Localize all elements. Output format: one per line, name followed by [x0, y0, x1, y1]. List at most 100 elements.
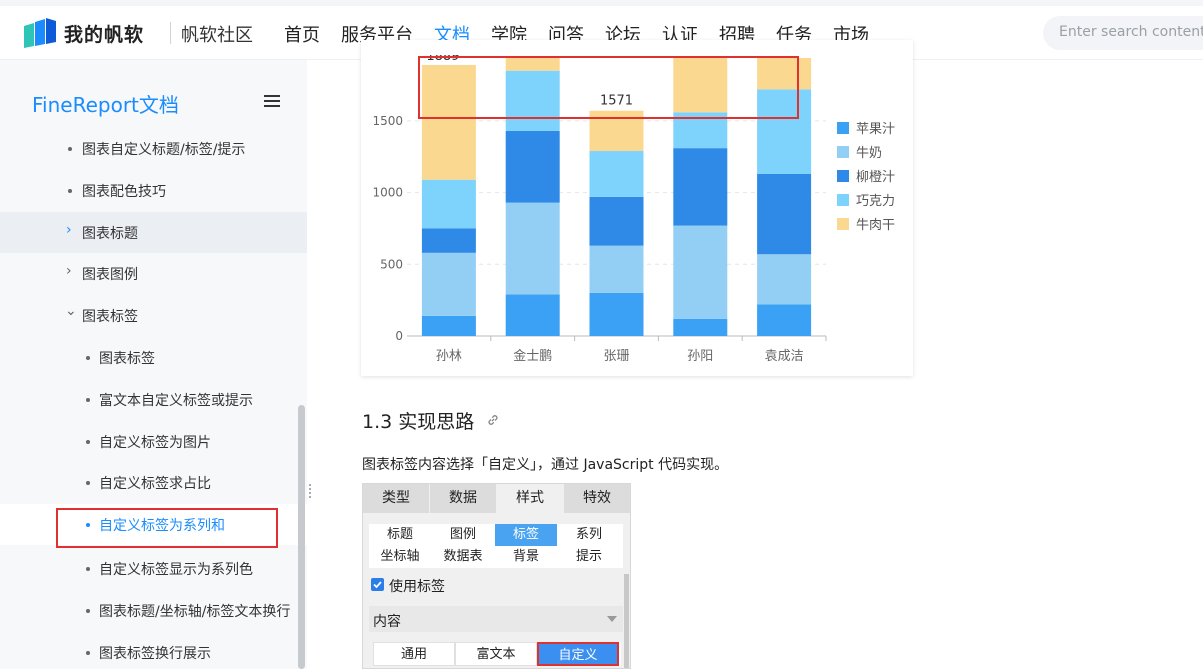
- highlight-box: [56, 508, 278, 548]
- sidebar-item[interactable]: 图表标题/坐标轴/标签文本换行: [0, 590, 307, 631]
- sidebar-scrollbar[interactable]: [298, 405, 305, 669]
- bar-segment: [673, 148, 728, 226]
- chart-settings-panel: 类型 数据 样式 特效 标题 图例 标签 系列 坐标轴 数据表 背景 提示 使用…: [362, 483, 631, 669]
- bar-segment: [505, 202, 560, 295]
- bullet-dot-icon: [86, 651, 90, 655]
- bar-segment: [589, 245, 644, 293]
- hamburger-menu-icon[interactable]: [264, 95, 280, 107]
- legend-label: 牛肉干: [856, 218, 895, 233]
- legend-swatch: [837, 194, 849, 206]
- style-subtabs: 标题 图例 标签 系列 坐标轴 数据表 背景 提示: [369, 524, 623, 568]
- sidebar-item[interactable]: 富文本自定义标签或提示: [0, 379, 307, 420]
- x-tick-label: 张珊: [603, 349, 629, 364]
- bar-segment: [757, 304, 812, 336]
- tab-effects[interactable]: 特效: [564, 484, 630, 513]
- content-select[interactable]: 内容: [369, 606, 623, 632]
- community-name[interactable]: 帆软社区: [181, 21, 253, 47]
- legend-label: 巧克力: [856, 194, 895, 209]
- bullet-dot-icon: [86, 567, 90, 571]
- label-mode-segment: 通用 富文本 自定义: [373, 642, 621, 666]
- anchor-link-icon[interactable]: [486, 413, 500, 427]
- chevron-down-icon[interactable]: ⌄: [65, 303, 77, 319]
- subtab-title[interactable]: 标题: [369, 524, 431, 546]
- sidebar-item[interactable]: 自定义标签为图片: [0, 421, 307, 462]
- subtab-legend[interactable]: 图例: [432, 524, 494, 546]
- chevron-down-icon: [607, 616, 617, 622]
- sidebar-item[interactable]: 图表标签换行展示: [0, 632, 307, 669]
- sidebar-item-chart-title[interactable]: › 图表标题: [0, 212, 307, 253]
- brand-divider: [170, 22, 171, 44]
- y-tick-label: 1500: [372, 114, 403, 128]
- legend-label: 牛奶: [856, 146, 882, 161]
- mode-custom[interactable]: 自定义: [537, 642, 619, 666]
- bar-segment: [505, 294, 560, 336]
- panel-scrollbar[interactable]: [624, 574, 629, 668]
- legend-swatch: [837, 146, 849, 158]
- chart-top-mask: [361, 40, 913, 55]
- bullet-dot-icon: [68, 147, 72, 151]
- bullet-dot-icon: [86, 609, 90, 613]
- brand-name[interactable]: 我的帆软: [64, 20, 144, 47]
- search-input[interactable]: [1059, 24, 1203, 40]
- fanruan-logo-icon[interactable]: [24, 18, 56, 48]
- sidebar-resize-grip-icon[interactable]: [309, 484, 312, 500]
- sidebar-item-label: 图表标签换行展示: [99, 646, 211, 662]
- sidebar-item-label: 图表配色技巧: [82, 184, 166, 200]
- sidebar-item[interactable]: 图表配色技巧: [0, 170, 307, 211]
- bar-segment: [421, 179, 476, 229]
- sidebar-title[interactable]: FineReport文档: [32, 89, 179, 118]
- tab-type[interactable]: 类型: [363, 484, 430, 513]
- sidebar-item-label: 图表标签: [99, 351, 155, 367]
- bar-segment: [589, 151, 644, 197]
- legend-swatch: [837, 218, 849, 230]
- subtab-tooltip[interactable]: 提示: [558, 546, 620, 568]
- bar-segment: [757, 254, 812, 305]
- bar-segment: [757, 173, 812, 255]
- sidebar-item-label: 自定义标签为图片: [99, 435, 211, 451]
- sidebar-item-label: 图表图例: [82, 267, 138, 283]
- settings-tabs: 类型 数据 样式 特效: [363, 484, 630, 513]
- subtab-label[interactable]: 标签: [495, 524, 557, 546]
- checkbox-checked-icon[interactable]: [371, 578, 384, 591]
- subtab-series[interactable]: 系列: [558, 524, 620, 546]
- bar-segment: [673, 318, 728, 336]
- bullet-dot-icon: [86, 398, 90, 402]
- tab-data[interactable]: 数据: [430, 484, 497, 513]
- section-paragraph: 图表标签内容选择「自定义」，通过 JavaScript 代码实现。: [362, 457, 729, 473]
- sidebar-item-label: 图表标题/坐标轴/标签文本换行: [99, 604, 291, 620]
- mode-richtext[interactable]: 富文本: [455, 642, 537, 666]
- section-heading: 1.3 实现思路: [362, 411, 475, 433]
- sidebar-item[interactable]: 自定义标签求占比: [0, 462, 307, 503]
- sidebar-item[interactable]: 图表标签: [0, 337, 307, 378]
- subtab-axis[interactable]: 坐标轴: [369, 546, 431, 568]
- nav-home[interactable]: 首页: [284, 21, 320, 47]
- bar-segment: [421, 228, 476, 253]
- sidebar-item-label: 自定义标签显示为系列色: [99, 562, 253, 578]
- subtab-datasheet[interactable]: 数据表: [432, 546, 494, 568]
- legend-swatch: [837, 122, 849, 134]
- highlight-box-chart-top: [418, 56, 799, 119]
- bar-segment: [505, 130, 560, 203]
- doc-sidebar: FineReport文档 图表自定义标题/标签/提示 图表配色技巧 › 图表标题…: [0, 60, 307, 669]
- legend-label: 苹果汁: [856, 122, 895, 137]
- y-tick-label: 500: [380, 257, 403, 271]
- bar-segment: [421, 252, 476, 316]
- bar-segment: [589, 292, 644, 336]
- subtab-background[interactable]: 背景: [495, 546, 557, 568]
- sidebar-item-label: 图表自定义标题/标签/提示: [82, 142, 246, 158]
- sidebar-item-label: 富文本自定义标签或提示: [99, 393, 253, 409]
- sidebar-item[interactable]: 图表自定义标题/标签/提示: [0, 128, 307, 169]
- search-box: [1043, 16, 1203, 50]
- legend-label: 柳橙汁: [856, 170, 895, 185]
- sidebar-item-chart-legend[interactable]: › 图表图例: [0, 253, 307, 294]
- bar-segment: [421, 315, 476, 336]
- tab-style[interactable]: 样式: [497, 484, 564, 513]
- y-tick-label: 1000: [372, 186, 403, 200]
- chevron-right-icon[interactable]: ›: [66, 263, 72, 279]
- x-tick-label: 袁成洁: [765, 349, 804, 364]
- content-select-value: 内容: [373, 614, 401, 630]
- sidebar-item-chart-label[interactable]: ⌄ 图表标签: [0, 295, 307, 336]
- sidebar-item[interactable]: 自定义标签显示为系列色: [0, 548, 307, 589]
- mode-general[interactable]: 通用: [373, 642, 455, 666]
- chevron-right-icon[interactable]: ›: [66, 222, 72, 238]
